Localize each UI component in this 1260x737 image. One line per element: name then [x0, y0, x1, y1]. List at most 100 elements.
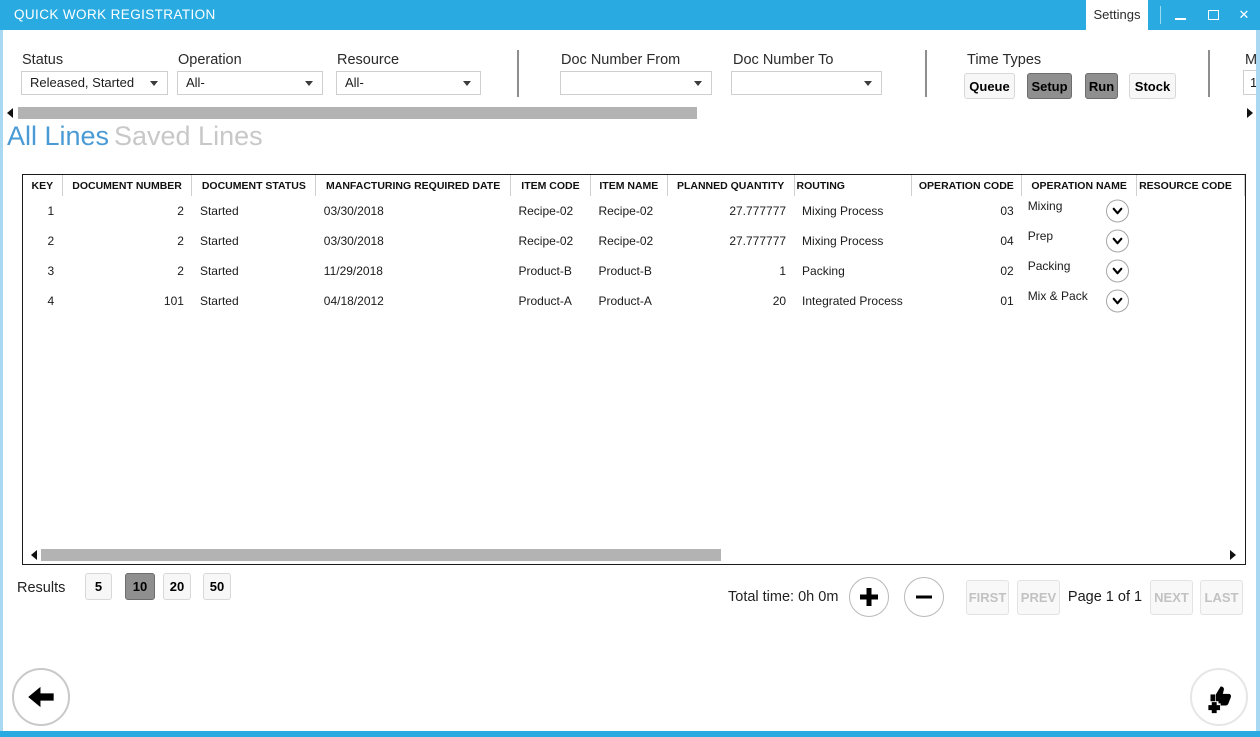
h-scrollbar-thumb[interactable]: [41, 549, 721, 561]
back-arrow-icon: [25, 681, 57, 713]
time-type-run-button[interactable]: Run: [1085, 73, 1118, 99]
cell-op_name: Mixing: [1022, 196, 1137, 226]
table-row[interactable]: 32Started11/29/2018Product-BProduct-B1Pa…: [23, 256, 1245, 286]
scroll-right-icon[interactable]: [1247, 108, 1253, 118]
back-button[interactable]: [12, 668, 70, 726]
minimize-icon: [1175, 18, 1186, 20]
cell-doc_status: Started: [192, 256, 316, 286]
maximize-button[interactable]: [1200, 0, 1226, 30]
cell-resource_code: [1137, 256, 1245, 286]
operation-name-text: Mixing: [1028, 199, 1063, 213]
cell-op_code: 02: [911, 256, 1022, 286]
table-row[interactable]: 22Started03/30/2018Recipe-02Recipe-0227.…: [23, 226, 1245, 256]
results-label: Results: [17, 580, 65, 596]
next-page-button[interactable]: NEXT: [1150, 580, 1193, 615]
close-button[interactable]: ✕: [1231, 0, 1257, 30]
scroll-left-icon[interactable]: [7, 108, 13, 118]
cell-key: 4: [23, 286, 62, 316]
table-row[interactable]: 4101Started04/18/2012Product-AProduct-A2…: [23, 286, 1245, 316]
column-header-req_date[interactable]: MANFACTURING REQUIRED DATE: [316, 175, 511, 196]
cell-op_name: Mix & Pack: [1022, 286, 1137, 316]
doc-number-to-label: Doc Number To: [733, 52, 833, 68]
maximize-icon: [1208, 10, 1219, 20]
doc-number-to-dropdown[interactable]: [731, 71, 882, 95]
column-header-doc_number[interactable]: DOCUMENT NUMBER: [62, 175, 192, 196]
column-header-planned_qty[interactable]: PLANNED QUANTITY: [667, 175, 794, 196]
table-row[interactable]: 12Started03/30/2018Recipe-02Recipe-0227.…: [23, 196, 1245, 226]
cell-op_name: Packing: [1022, 256, 1137, 286]
operation-value: All-: [186, 72, 205, 94]
titlebar-separator: [1160, 6, 1161, 24]
time-types-label: Time Types: [967, 52, 1041, 68]
cell-routing: Integrated Process: [794, 286, 911, 316]
page-size-5-button[interactable]: 5: [85, 573, 112, 600]
h-scrollbar-thumb[interactable]: [18, 107, 697, 119]
window-title: QUICK WORK REGISTRATION: [14, 0, 216, 30]
cell-doc_status: Started: [192, 196, 316, 226]
column-header-routing[interactable]: ROUTING: [794, 175, 911, 196]
minus-icon: [912, 585, 936, 609]
chevron-down-icon: [463, 81, 471, 86]
cell-item_code: Product-A: [510, 286, 590, 316]
row-expand-chevron-button[interactable]: [1106, 230, 1129, 253]
chevron-down-icon: [1111, 235, 1124, 248]
row-expand-chevron-button[interactable]: [1106, 260, 1129, 283]
cell-op_code: 03: [911, 196, 1022, 226]
column-header-op_name[interactable]: OPERATION NAME: [1022, 175, 1137, 196]
decrease-time-button[interactable]: [904, 577, 944, 617]
column-header-op_code[interactable]: OPERATION CODE: [911, 175, 1022, 196]
scroll-right-icon[interactable]: [1230, 550, 1236, 560]
operation-dropdown[interactable]: All-: [177, 71, 323, 95]
page-size-10-button[interactable]: 10: [125, 573, 155, 600]
last-page-button[interactable]: LAST: [1200, 580, 1243, 615]
resource-dropdown[interactable]: All-: [336, 71, 481, 95]
titlebar[interactable]: QUICK WORK REGISTRATION Settings ✕: [0, 0, 1260, 30]
cell-key: 3: [23, 256, 62, 286]
chevron-down-icon: [864, 81, 872, 86]
chevron-down-icon: [694, 81, 702, 86]
cell-doc_number: 2: [62, 226, 192, 256]
row-expand-chevron-button[interactable]: [1106, 290, 1129, 313]
time-type-setup-button[interactable]: Setup: [1027, 73, 1072, 99]
cell-item_code: Recipe-02: [510, 196, 590, 226]
column-header-doc_status[interactable]: DOCUMENT STATUS: [192, 175, 316, 196]
minimize-button[interactable]: [1167, 0, 1193, 30]
column-header-key[interactable]: KEY: [23, 175, 62, 196]
doc-number-from-dropdown[interactable]: [560, 71, 712, 95]
tab-saved-lines[interactable]: Saved Lines: [114, 121, 263, 152]
window-border-bottom: [0, 731, 1260, 737]
page-size-50-button[interactable]: 50: [203, 573, 231, 600]
tab-all-lines[interactable]: All Lines: [7, 121, 109, 152]
cell-item_code: Product-B: [510, 256, 590, 286]
chevron-down-icon: [150, 81, 158, 86]
cell-resource_code: [1137, 226, 1245, 256]
operation-name-text: Mix & Pack: [1028, 289, 1088, 303]
column-header-resource_code[interactable]: RESOURCE CODE: [1137, 175, 1245, 196]
page-size-20-button[interactable]: 20: [163, 573, 191, 600]
operation-name-text: Packing: [1028, 259, 1071, 273]
cell-planned_qty: 20: [667, 286, 794, 316]
time-type-queue-button[interactable]: Queue: [964, 73, 1015, 99]
window-border-right: [1256, 30, 1260, 737]
filters-scrollbar[interactable]: [4, 106, 1256, 120]
cell-req_date: 03/30/2018: [316, 196, 511, 226]
chevron-down-icon: [1111, 265, 1124, 278]
cell-req_date: 11/29/2018: [316, 256, 511, 286]
status-dropdown[interactable]: Released, Started: [21, 71, 168, 95]
row-expand-chevron-button[interactable]: [1106, 200, 1129, 223]
column-header-item_code[interactable]: ITEM CODE: [510, 175, 590, 196]
column-header-item_name[interactable]: ITEM NAME: [590, 175, 667, 196]
cell-planned_qty: 27.777777: [667, 226, 794, 256]
doc-number-from-label: Doc Number From: [561, 52, 680, 68]
scroll-left-icon[interactable]: [31, 550, 37, 560]
table-scrollbar[interactable]: [27, 548, 1241, 562]
add-approve-button[interactable]: [1190, 668, 1248, 726]
increase-time-button[interactable]: [849, 577, 889, 617]
resource-label: Resource: [337, 52, 399, 68]
first-page-button[interactable]: FIRST: [966, 580, 1009, 615]
tab-settings[interactable]: Settings: [1086, 0, 1148, 30]
prev-page-button[interactable]: PREV: [1017, 580, 1060, 615]
cell-req_date: 03/30/2018: [316, 226, 511, 256]
time-type-stock-button[interactable]: Stock: [1129, 73, 1176, 99]
cell-doc_number: 101: [62, 286, 192, 316]
